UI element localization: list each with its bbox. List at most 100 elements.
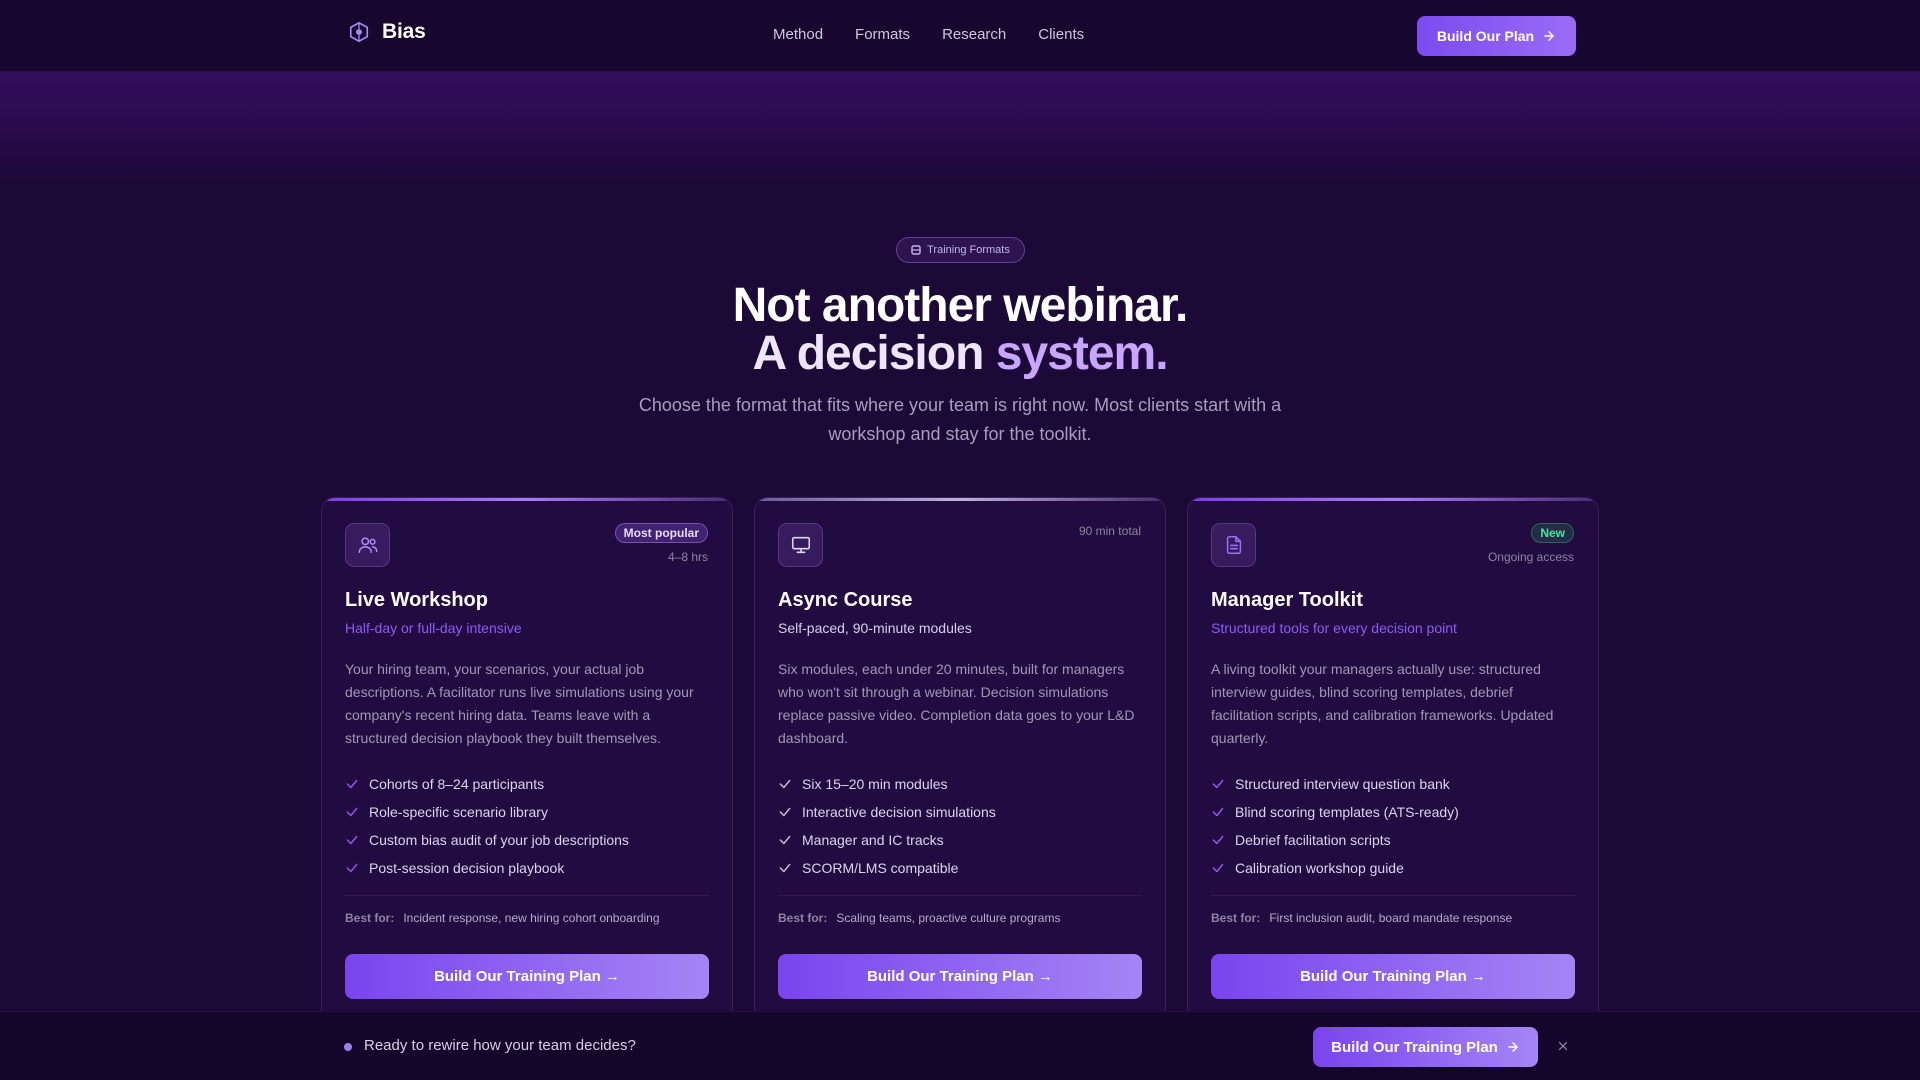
list-item: Role-specific scenario library xyxy=(345,798,629,826)
card-title: Async Course xyxy=(778,589,913,611)
duration-label: 4–8 hrs xyxy=(667,550,708,564)
nav-links: Method Formats Research Clients xyxy=(773,26,1084,43)
check-icon xyxy=(779,779,791,789)
headline-line-2: A decision system. xyxy=(0,330,1920,378)
section-badge-label: Training Formats xyxy=(927,244,1010,256)
best-for: Best for: Scaling teams, proactive cultu… xyxy=(778,911,1060,925)
feature-text: Blind scoring templates (ATS-ready) xyxy=(1235,804,1459,820)
arrow-right-icon xyxy=(1508,1042,1518,1052)
feature-text: Structured interview question bank xyxy=(1235,776,1450,792)
card-description: A living toolkit your managers actually … xyxy=(1211,661,1554,746)
check-icon xyxy=(1212,835,1224,845)
list-item: Cohorts of 8–24 participants xyxy=(345,770,629,798)
list-item: SCORM/LMS compatible xyxy=(778,854,996,882)
check-icon xyxy=(346,779,358,789)
feature-text: Cohorts of 8–24 participants xyxy=(369,776,545,792)
check-icon xyxy=(779,835,791,845)
card-icon-box xyxy=(1211,523,1256,567)
feature-text: Manager and IC tracks xyxy=(802,832,944,848)
build-training-plan-button[interactable]: Build Our Training Plan → xyxy=(1211,954,1575,999)
check-icon xyxy=(1212,779,1224,789)
card-description: Six modules, each under 20 minutes, buil… xyxy=(778,661,1135,746)
best-for-value: Scaling teams, proactive culture program… xyxy=(836,911,1061,925)
check-icon xyxy=(346,835,358,845)
status-badge: Most popular xyxy=(614,523,708,543)
best-for: Best for: First inclusion audit, board m… xyxy=(1211,911,1512,925)
check-icon xyxy=(779,807,791,817)
brand[interactable]: Bias xyxy=(348,20,426,44)
divider xyxy=(1211,895,1575,896)
build-plan-button[interactable]: Build Our Plan xyxy=(1417,16,1576,56)
nav-link-clients[interactable]: Clients xyxy=(1038,26,1084,43)
check-icon xyxy=(1212,863,1224,873)
close-icon[interactable] xyxy=(1556,1039,1570,1053)
card-subtitle: Self-paced, 90-minute modules xyxy=(778,620,972,636)
feature-text: Interactive decision simulations xyxy=(802,804,996,820)
feature-text: Custom bias audit of your job descriptio… xyxy=(369,832,629,848)
hero-glow xyxy=(0,72,1920,182)
monitor-icon xyxy=(791,536,810,554)
duration-label: 90 min total xyxy=(1078,524,1141,538)
best-for-value: Incident response, new hiring cohort onb… xyxy=(403,911,660,925)
feature-text: Post-session decision playbook xyxy=(369,860,565,876)
sticky-message: Ready to rewire how your team decides? xyxy=(364,1037,636,1054)
sticky-cta-label: Build Our Training Plan xyxy=(1331,1038,1498,1056)
format-card-async-course: 90 min total Async Course Self-paced, 90… xyxy=(754,497,1166,1027)
list-item: Debrief facilitation scripts xyxy=(1211,826,1459,854)
best-for-value: First inclusion audit, board mandate res… xyxy=(1269,911,1513,925)
section-badge: Training Formats xyxy=(896,237,1025,263)
list-item: Post-session decision playbook xyxy=(345,854,629,882)
duration-label: Ongoing access xyxy=(1487,550,1574,564)
check-icon xyxy=(779,863,791,873)
status-badge: New xyxy=(1531,523,1574,543)
feature-list: Cohorts of 8–24 participants Role-specif… xyxy=(345,770,629,882)
arrow-right-icon xyxy=(1544,31,1554,41)
card-description: Your hiring team, your scenarios, your a… xyxy=(345,661,694,746)
card-title: Manager Toolkit xyxy=(1211,589,1363,611)
nav-link-method[interactable]: Method xyxy=(773,26,823,43)
feature-text: Debrief facilitation scripts xyxy=(1235,832,1391,848)
brand-name: Bias xyxy=(382,20,426,43)
check-icon xyxy=(1212,807,1224,817)
top-nav: Bias Method Formats Research Clients Bui… xyxy=(0,0,1920,72)
list-item: Manager and IC tracks xyxy=(778,826,996,854)
grid-icon xyxy=(911,245,921,255)
check-icon xyxy=(346,807,358,817)
hexagon-logo-icon xyxy=(349,21,369,43)
best-for-label: Best for: xyxy=(778,911,828,925)
sticky-build-training-plan-button[interactable]: Build Our Training Plan xyxy=(1313,1027,1538,1067)
card-subtitle: Half-day or full-day intensive xyxy=(345,620,522,636)
card-icon-box xyxy=(345,523,390,567)
list-item: Structured interview question bank xyxy=(1211,770,1459,798)
list-item: Custom bias audit of your job descriptio… xyxy=(345,826,629,854)
list-item: Calibration workshop guide xyxy=(1211,854,1459,882)
nav-link-research[interactable]: Research xyxy=(942,26,1006,43)
feature-list: Structured interview question bank Blind… xyxy=(1211,770,1459,882)
headline-accent: system. xyxy=(995,327,1169,380)
feature-text: Role-specific scenario library xyxy=(369,804,548,820)
feature-text: Six 15–20 min modules xyxy=(802,776,948,792)
list-item: Interactive decision simulations xyxy=(778,798,996,826)
users-icon xyxy=(358,537,377,554)
feature-text: SCORM/LMS compatible xyxy=(802,860,959,876)
format-card-live-workshop: Most popular 4–8 hrs Live Workshop Half-… xyxy=(321,497,733,1027)
card-title: Live Workshop xyxy=(345,589,488,611)
build-training-plan-button[interactable]: Build Our Training Plan → xyxy=(778,954,1142,999)
card-subtitle: Structured tools for every decision poin… xyxy=(1211,620,1457,636)
list-item: Blind scoring templates (ATS-ready) xyxy=(1211,798,1459,826)
card-icon-box xyxy=(778,523,823,567)
build-training-plan-button[interactable]: Build Our Training Plan → xyxy=(345,954,709,999)
status-dot xyxy=(344,1043,352,1051)
feature-list: Six 15–20 min modules Interactive decisi… xyxy=(778,770,996,882)
headline-line-1: Not another webinar. xyxy=(732,279,1189,332)
divider xyxy=(778,895,1142,896)
check-icon xyxy=(346,863,358,873)
nav-link-formats[interactable]: Formats xyxy=(855,26,910,43)
best-for-label: Best for: xyxy=(1211,911,1261,925)
hero-subtitle: Choose the format that fits where your t… xyxy=(638,395,1282,444)
headline-line-2-start: A decision xyxy=(752,327,996,380)
document-icon xyxy=(1226,535,1241,555)
sticky-cta-bar: Ready to rewire how your team decides? B… xyxy=(0,1011,1920,1080)
best-for-label: Best for: xyxy=(345,911,395,925)
feature-text: Calibration workshop guide xyxy=(1235,860,1404,876)
